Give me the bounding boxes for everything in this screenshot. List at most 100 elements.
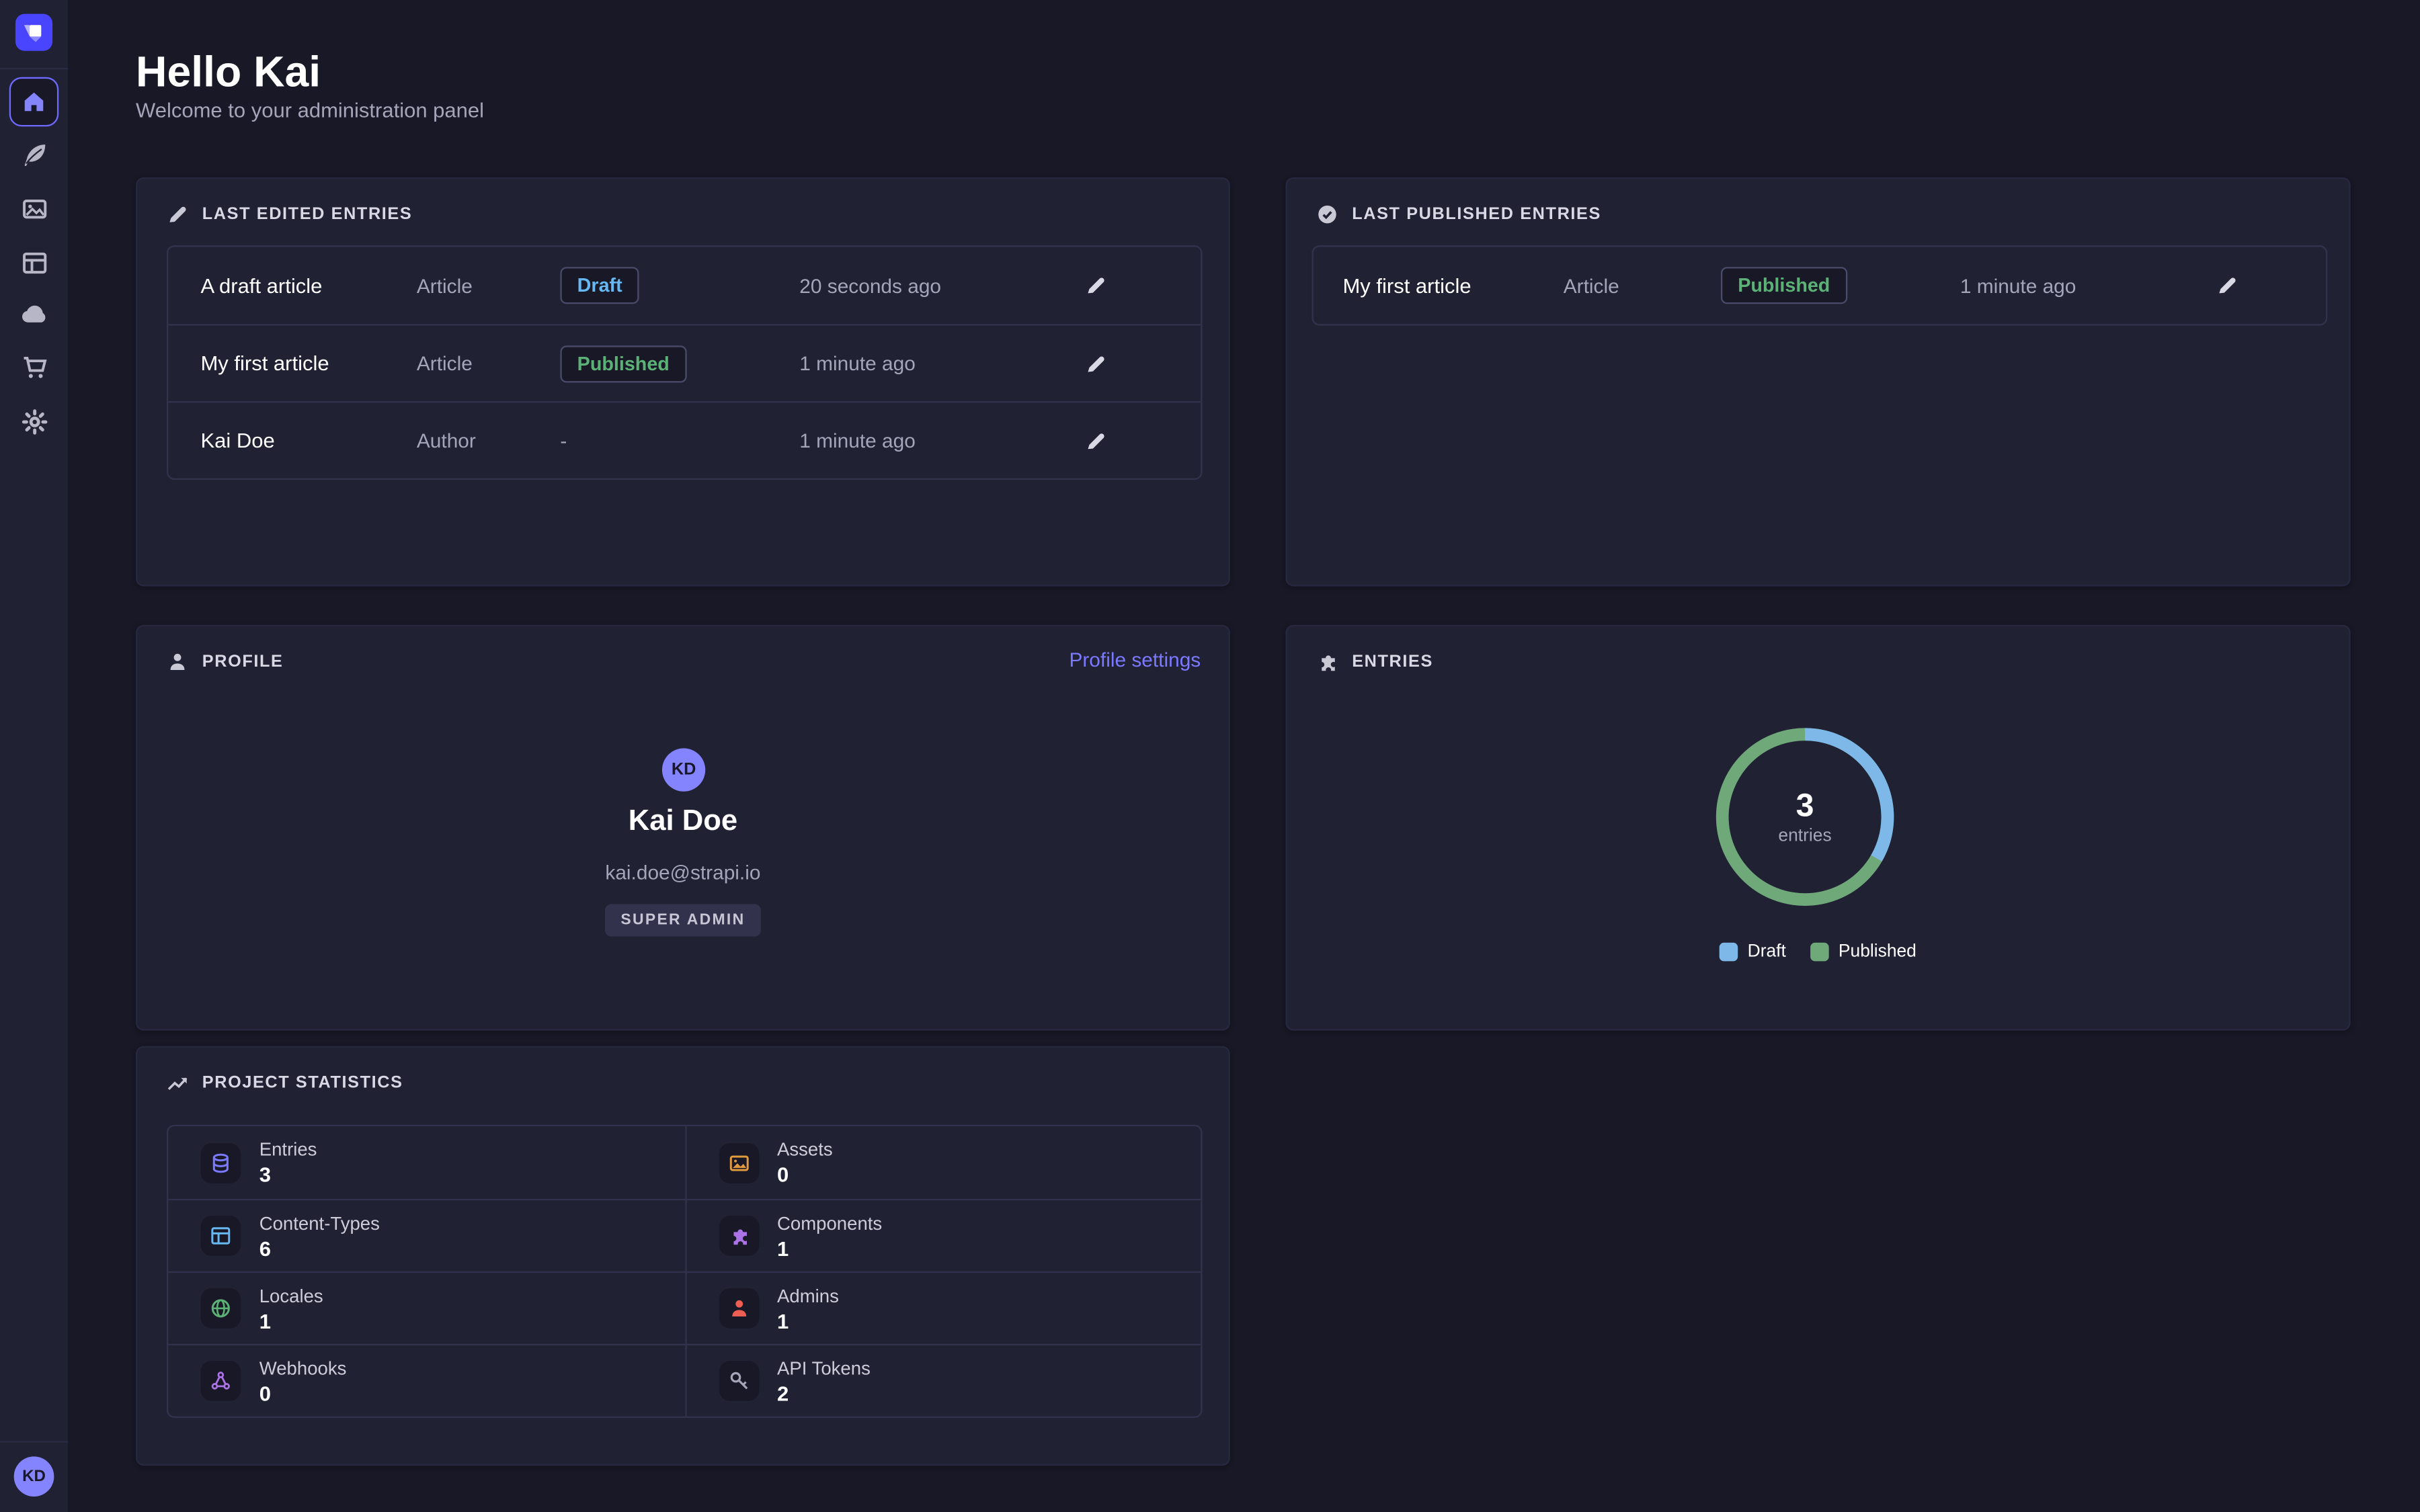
feather-icon xyxy=(21,141,47,167)
stat-value: 6 xyxy=(259,1236,380,1259)
edit-entry-button[interactable] xyxy=(1085,353,1201,374)
stat-label: Webhooks xyxy=(259,1357,347,1378)
profile-settings-link[interactable]: Profile settings xyxy=(1069,648,1201,671)
last-published-entries-card: LAST PUBLISHED ENTRIES My first article … xyxy=(1285,177,2350,586)
stat-assets: Assets 0 xyxy=(684,1126,1201,1199)
entry-time: 1 minute ago xyxy=(799,429,1085,452)
table-row: My first article Article Published 1 min… xyxy=(1314,247,2326,324)
stat-entries: Entries 3 xyxy=(168,1126,684,1199)
card-title: PROJECT STATISTICS xyxy=(202,1074,403,1093)
card-title: LAST PUBLISHED ENTRIES xyxy=(1352,205,1601,224)
stat-value: 1 xyxy=(259,1309,323,1332)
entry-type: Article xyxy=(417,274,561,297)
status-badge: Published xyxy=(560,345,799,382)
card-title: PROFILE xyxy=(202,653,284,671)
project-statistics-card: PROJECT STATISTICS Entries 3 xyxy=(136,1046,1230,1466)
strapi-logo-icon xyxy=(15,14,52,51)
status-badge: Published xyxy=(1721,267,1960,304)
stat-value: 2 xyxy=(777,1382,871,1404)
sidebar-item-content-type-builder[interactable] xyxy=(12,241,55,284)
stat-label: API Tokens xyxy=(777,1357,871,1378)
stat-label: Entries xyxy=(259,1138,317,1160)
media-icon xyxy=(21,195,47,221)
entry-time: 1 minute ago xyxy=(1960,274,2216,297)
table-row: A draft article Article Draft 20 seconds… xyxy=(168,247,1201,324)
sidebar-user-avatar[interactable]: KD xyxy=(14,1456,54,1497)
table-row: Kai Doe Author - 1 minute ago xyxy=(168,401,1201,478)
cloud-icon xyxy=(20,301,48,329)
sidebar-divider-top xyxy=(0,68,68,69)
role-badge: SUPER ADMIN xyxy=(605,904,760,936)
last-edited-entries-header: LAST EDITED ENTRIES xyxy=(167,204,412,225)
stat-components: Components 1 xyxy=(684,1199,1201,1271)
pencil-icon xyxy=(2216,275,2238,296)
puzzle-icon xyxy=(719,1216,759,1256)
sidebar: KD xyxy=(0,0,68,1512)
entry-name: My first article xyxy=(1342,274,1563,297)
stat-label: Content-Types xyxy=(259,1212,380,1233)
last-published-table: My first article Article Published 1 min… xyxy=(1312,245,2328,325)
sidebar-item-marketplace[interactable] xyxy=(12,345,55,388)
pencil-icon xyxy=(1085,353,1106,374)
database-icon xyxy=(200,1142,241,1183)
entry-name: A draft article xyxy=(200,274,416,297)
user-icon xyxy=(719,1288,759,1329)
sidebar-item-home[interactable] xyxy=(9,77,58,126)
donut-center: 3 entries xyxy=(1707,719,1903,915)
stat-label: Admins xyxy=(777,1284,839,1306)
edit-entry-button[interactable] xyxy=(1085,429,1201,451)
profile-header: PROFILE xyxy=(167,651,284,673)
entry-name: My first article xyxy=(200,351,416,374)
last-published-entries-header: LAST PUBLISHED ENTRIES xyxy=(1316,204,1601,225)
donut-legend: Draft Published xyxy=(1287,943,2349,962)
stat-value: 1 xyxy=(777,1236,882,1259)
legend-label: Published xyxy=(1839,943,1917,962)
page-title: Hello Kai xyxy=(136,48,321,97)
entry-name: Kai Doe xyxy=(200,429,416,452)
pencil-icon xyxy=(1085,429,1106,451)
profile-avatar: KD xyxy=(662,749,705,792)
entry-type: Article xyxy=(1564,274,1721,297)
pencil-icon xyxy=(167,204,188,225)
webhook-icon xyxy=(200,1361,241,1401)
status-empty: - xyxy=(560,429,799,452)
entry-time: 1 minute ago xyxy=(799,351,1085,374)
stat-admins: Admins 1 xyxy=(684,1271,1201,1344)
stat-label: Locales xyxy=(259,1284,323,1306)
entries-header: ENTRIES xyxy=(1316,651,1433,673)
stat-locales: Locales 1 xyxy=(168,1271,684,1344)
sidebar-item-media-library[interactable] xyxy=(12,187,55,230)
card-title: ENTRIES xyxy=(1352,653,1433,671)
entry-type: Author xyxy=(417,429,561,452)
stat-value: 0 xyxy=(777,1163,833,1186)
edit-entry-button[interactable] xyxy=(1085,275,1201,296)
legend-label: Draft xyxy=(1748,943,1786,962)
stat-label: Assets xyxy=(777,1138,833,1160)
profile-email: kai.doe@strapi.io xyxy=(137,861,1228,884)
strapi-admin-dashboard: KD Hello Kai Welcome to your administrat… xyxy=(0,0,2420,1512)
user-icon xyxy=(167,651,188,673)
legend-item-published: Published xyxy=(1811,943,1917,962)
strapi-logo[interactable] xyxy=(15,14,52,51)
stat-webhooks: Webhooks 0 xyxy=(168,1344,684,1417)
gear-icon xyxy=(21,408,47,434)
draft-swatch xyxy=(1720,943,1738,962)
page-subtitle: Welcome to your administration panel xyxy=(136,99,484,122)
last-edited-table: A draft article Article Draft 20 seconds… xyxy=(167,245,1203,480)
card-title: LAST EDITED ENTRIES xyxy=(202,205,413,224)
sidebar-item-cloud[interactable] xyxy=(12,293,55,336)
sidebar-item-content-manager[interactable] xyxy=(12,132,55,175)
project-statistics-grid: Entries 3 Assets 0 xyxy=(167,1125,1203,1418)
edit-entry-button[interactable] xyxy=(2216,275,2326,296)
trend-up-icon xyxy=(167,1073,188,1094)
profile-name: Kai Doe xyxy=(137,805,1228,839)
status-badge: Draft xyxy=(560,267,799,304)
profile-card: PROFILE Profile settings KD Kai Doe kai.… xyxy=(136,625,1230,1031)
entries-card: ENTRIES 3 entries Draft Published xyxy=(1285,625,2350,1031)
layout-icon xyxy=(21,249,47,276)
table-row: My first article Article Published 1 min… xyxy=(168,324,1201,401)
entry-type: Article xyxy=(417,351,561,374)
stat-value: 3 xyxy=(259,1163,317,1186)
stat-content-types: Content-Types 6 xyxy=(168,1199,684,1271)
sidebar-item-settings[interactable] xyxy=(12,400,55,443)
